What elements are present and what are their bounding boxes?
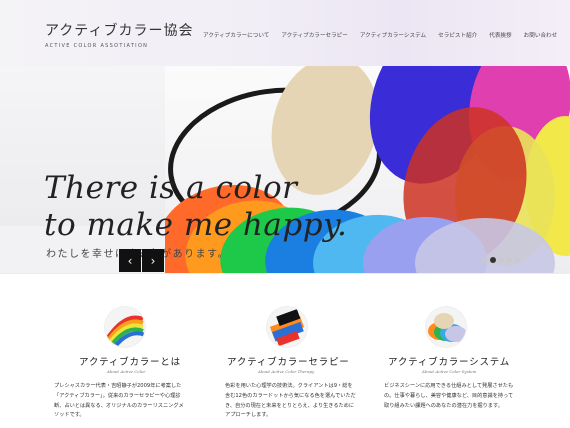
color-discs-icon <box>426 307 466 347</box>
service-body: プレシャスカラー代表・吉昭静子が2009年に考案した「アクティブカラー」。従来の… <box>54 383 184 419</box>
service-title: アクティブカラーとは <box>79 357 181 368</box>
service-body: ビジネスシーンに応用できる仕組みとして発展させたもの。仕事や暮らし、美容や健康な… <box>384 383 514 409</box>
slider-dot[interactable] <box>515 257 520 263</box>
slider-dot[interactable] <box>499 257 504 263</box>
main-nav: アクティブカラーについて アクティブカラーセラピー アクティブカラーシステム セ… <box>203 31 557 39</box>
slider-dot-active[interactable] <box>490 257 496 263</box>
logo-title[interactable]: アクティブカラー協会 <box>45 20 193 40</box>
nav-item-about[interactable]: アクティブカラーについて <box>203 31 269 39</box>
slider-prev-button[interactable]: ‹ <box>119 249 141 272</box>
service-title: アクティブカラーシステム <box>388 357 511 368</box>
nav-item-system[interactable]: アクティブカラーシステム <box>360 31 426 39</box>
chevron-right-icon: › <box>150 253 156 268</box>
hero-slider: There is a color to make me happy. わたしを幸… <box>0 66 570 273</box>
logo-subtitle: ACTIVE COLOR ASSOTIATION <box>45 43 149 49</box>
rainbow-ribbon-icon <box>105 307 145 347</box>
slider-next-button[interactable]: › <box>142 249 164 272</box>
slider-dot[interactable] <box>507 257 512 263</box>
nav-item-therapy[interactable]: アクティブカラーセラピー <box>281 31 348 39</box>
color-swatch-icon <box>267 307 307 347</box>
slider-dots <box>482 257 520 263</box>
chevron-left-icon: ‹ <box>127 253 133 268</box>
service-body: 色彩を用いた心理学の技術法。クライアントは9・総を含む12色のカラードットから気… <box>225 383 356 419</box>
hero-headline-line2: to make me happy. <box>44 207 348 243</box>
services-section: アクティブカラーとは About Active Color プレシャスカラー代表… <box>0 273 570 428</box>
hero-headline: There is a color to make me happy. <box>44 170 347 244</box>
service-subtitle: About Active Color Therapy <box>258 369 315 374</box>
service-subtitle: About Active Color System <box>422 369 477 374</box>
slider-dot[interactable] <box>482 257 487 263</box>
site-header: アクティブカラー協会 ACTIVE COLOR ASSOTIATION アクティ… <box>0 0 570 66</box>
nav-item-therapists[interactable]: セラピスト紹介 <box>438 31 477 39</box>
service-subtitle: About Active Color <box>107 369 146 374</box>
hero-headline-line1: There is a color <box>44 170 298 206</box>
service-title: アクティブカラーセラピー <box>227 357 350 368</box>
nav-item-greeting[interactable]: 代表挨拶 <box>489 31 511 39</box>
nav-item-contact[interactable]: お問い合わせ <box>524 31 558 39</box>
